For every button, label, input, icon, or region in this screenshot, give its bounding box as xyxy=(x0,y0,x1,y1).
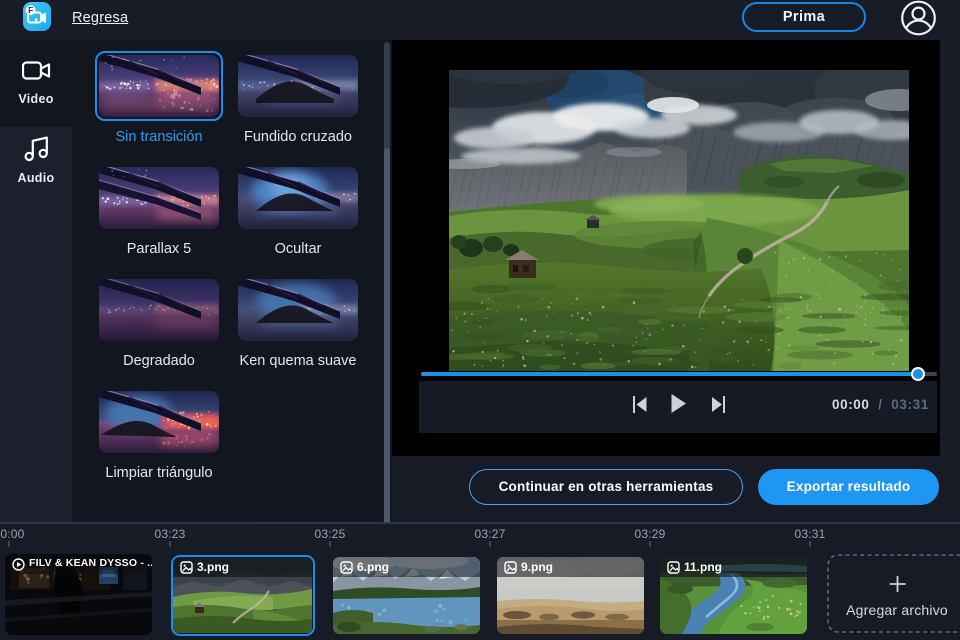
svg-text:F: F xyxy=(28,5,33,15)
